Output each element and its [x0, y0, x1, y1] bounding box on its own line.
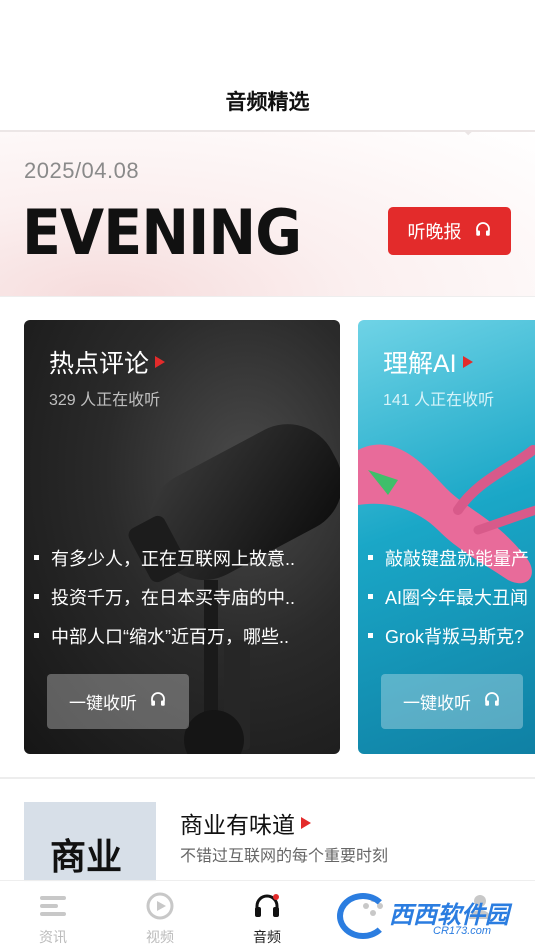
- episode-title: 投资千万，在日本买寺庙的中..: [51, 587, 296, 608]
- tab-news[interactable]: 资讯: [8, 881, 98, 951]
- banner-headline: EVENING: [22, 196, 302, 269]
- listen-all-button[interactable]: 一键收听: [381, 674, 523, 729]
- video-play-icon: [143, 889, 177, 923]
- program-title-text: 商业有味道: [180, 812, 295, 838]
- audio-card-carousel[interactable]: 热点评论 329 人正在收听 有多少人，正在互联网上故意.. 投资千万，在日本买…: [0, 320, 535, 754]
- audio-card-understand-ai[interactable]: 理解AI 141 人正在收听 敲敲键盘就能量产 AI圈今年最大丑闻 Grok背叛…: [358, 320, 535, 754]
- listener-count: 141 人正在收听: [383, 392, 495, 409]
- episode-title: 中部人口“缩水”近百万，哪些..: [51, 626, 289, 647]
- episode-title: 有多少人，正在互联网上故意..: [51, 548, 296, 569]
- divider: [0, 777, 535, 779]
- watermark-logo-icon: [337, 893, 389, 939]
- bullet-icon: [34, 555, 39, 560]
- tab-label: 音频: [253, 929, 281, 945]
- page-title: 音频精选: [225, 90, 310, 114]
- listener-count: 329 人正在收听: [49, 392, 161, 409]
- play-arrow-icon: [301, 817, 311, 829]
- episode-item[interactable]: 投资千万，在日本买寺庙的中..: [34, 577, 324, 616]
- watermark-url: CR173.com: [433, 925, 492, 937]
- tab-label: 视频: [146, 929, 174, 945]
- episode-item[interactable]: 有多少人，正在互联网上故意..: [34, 538, 324, 577]
- thumbnail-text: 商业: [50, 837, 123, 878]
- episode-item[interactable]: AI圈今年最大丑闻: [368, 577, 535, 616]
- banner-date: 2025/04.08: [24, 158, 140, 183]
- card-title: 热点评论: [49, 344, 166, 380]
- audio-card-hot-comments[interactable]: 热点评论 329 人正在收听 有多少人，正在互联网上故意.. 投资千万，在日本买…: [24, 320, 340, 754]
- news-icon: [36, 889, 70, 923]
- bullet-icon: [368, 633, 373, 638]
- site-watermark: 西西软件园 CR173.com: [333, 889, 535, 945]
- episode-list: 有多少人，正在互联网上故意.. 投资千万，在日本买寺庙的中.. 中部人口“缩水”…: [34, 538, 324, 655]
- episode-title: 敲敲键盘就能量产: [385, 548, 529, 569]
- bullet-icon: [34, 594, 39, 599]
- program-item[interactable]: 商业 商业有味道 不错过互联网的每个重要时刻: [24, 802, 535, 882]
- headphones-icon: [483, 690, 501, 713]
- headphones-icon: [474, 220, 492, 243]
- card-title-text: 热点评论: [49, 350, 150, 378]
- evening-banner: 2025/04.08 EVENING 听晚报: [0, 132, 535, 297]
- tab-label: 资讯: [39, 929, 67, 945]
- headphones-icon: [149, 690, 167, 713]
- program-title: 商业有味道: [180, 806, 311, 840]
- listen-all-button[interactable]: 一键收听: [47, 674, 189, 729]
- listen-button-label: 听晚报: [407, 222, 462, 242]
- tab-audio[interactable]: 音频: [222, 881, 312, 951]
- episode-title: Grok背叛马斯克?: [385, 626, 525, 647]
- listen-all-label: 一键收听: [403, 694, 471, 713]
- episode-list: 敲敲键盘就能量产 AI圈今年最大丑闻 Grok背叛马斯克?: [368, 538, 535, 655]
- headphones-icon: [250, 889, 284, 923]
- play-arrow-icon: [155, 356, 166, 368]
- listen-evening-button[interactable]: 听晚报: [388, 207, 511, 255]
- bullet-icon: [368, 555, 373, 560]
- listen-all-label: 一键收听: [69, 694, 137, 713]
- bullet-icon: [368, 594, 373, 599]
- top-bar: 音频精选: [0, 0, 535, 130]
- program-thumbnail: 商业: [24, 802, 156, 882]
- divider: [0, 296, 535, 297]
- program-subtitle: 不错过互联网的每个重要时刻: [180, 848, 389, 865]
- episode-item[interactable]: 中部人口“缩水”近百万，哪些..: [34, 616, 324, 655]
- card-title: 理解AI: [383, 344, 473, 380]
- tab-video[interactable]: 视频: [115, 881, 205, 951]
- episode-item[interactable]: 敲敲键盘就能量产: [368, 538, 535, 577]
- card-title-text: 理解AI: [383, 350, 457, 378]
- episode-title: AI圈今年最大丑闻: [385, 587, 529, 608]
- bullet-icon: [34, 633, 39, 638]
- episode-item[interactable]: Grok背叛马斯克?: [368, 616, 535, 655]
- play-arrow-icon: [462, 356, 473, 368]
